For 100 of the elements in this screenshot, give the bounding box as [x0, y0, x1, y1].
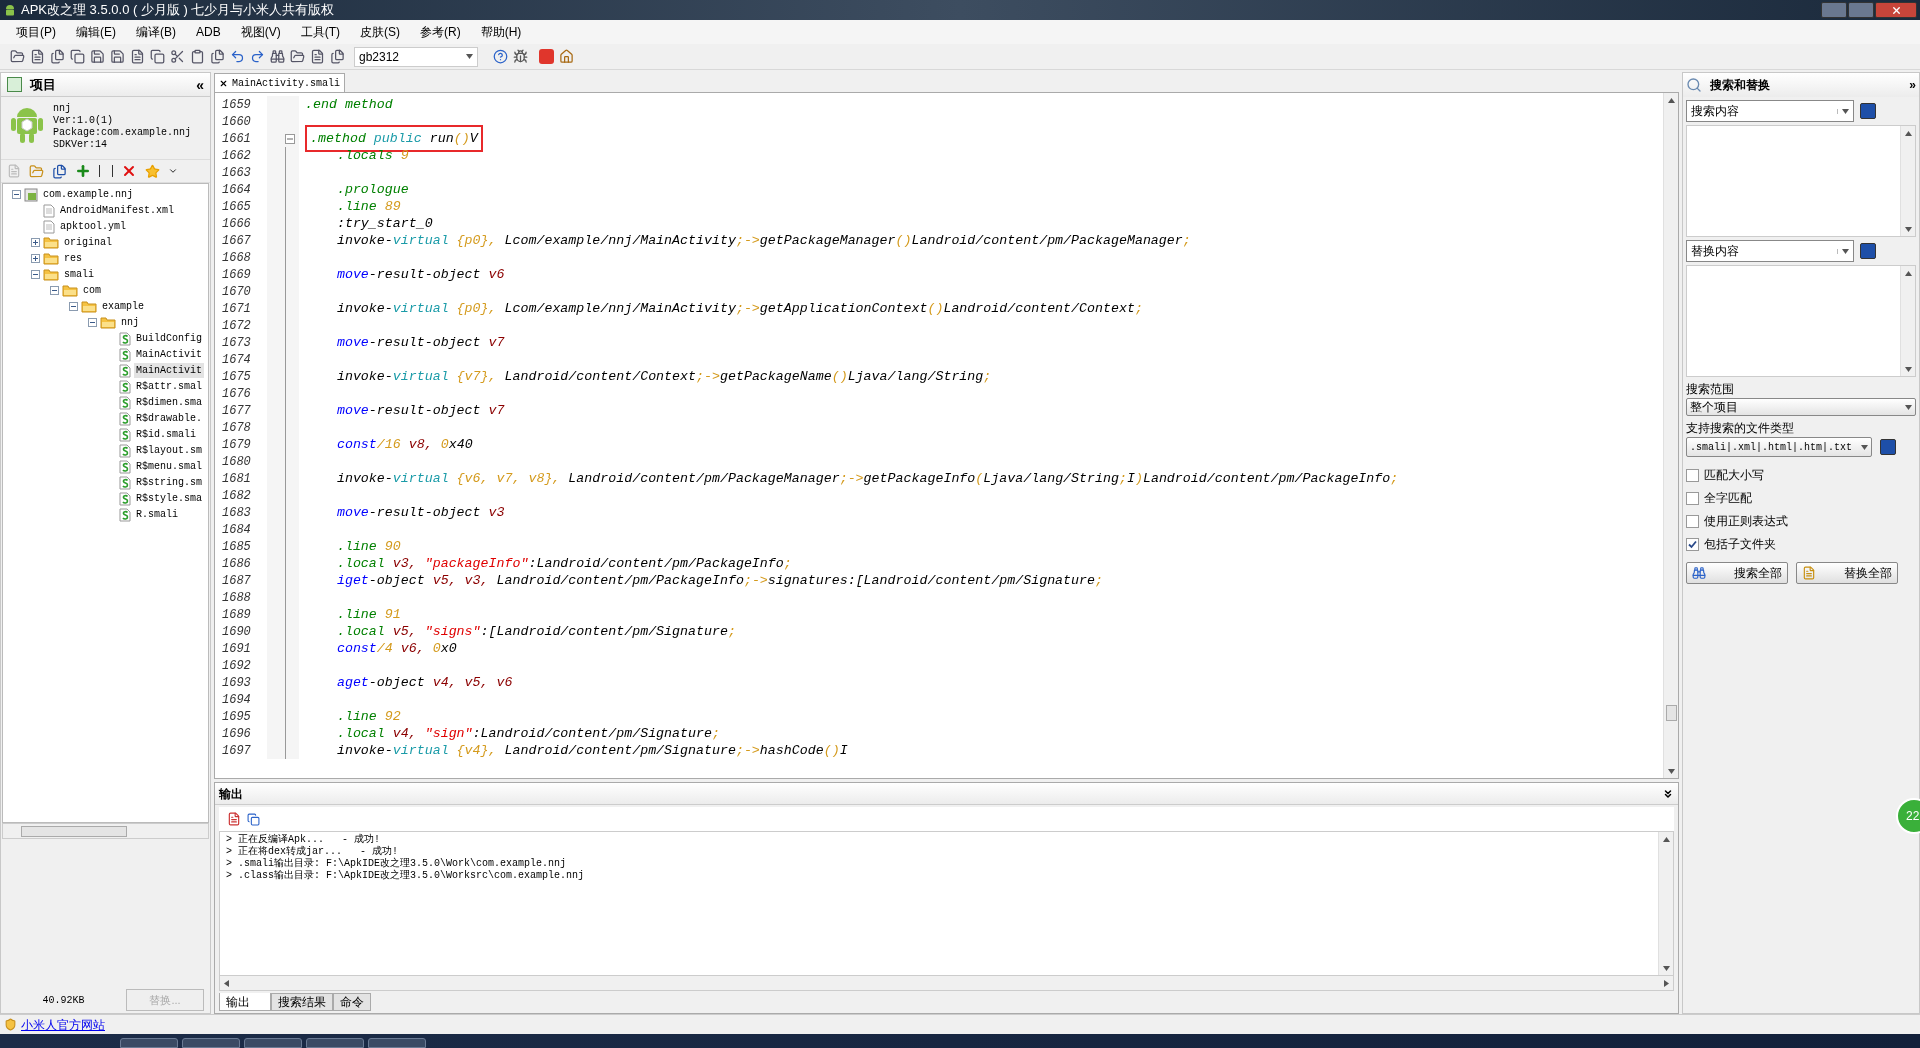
tree-item[interactable]: R$style.sma [134, 491, 204, 506]
scroll-right-icon[interactable] [1664, 979, 1669, 987]
copy-icon[interactable] [150, 49, 165, 64]
output-tab[interactable]: 命令 [333, 993, 371, 1011]
menu-item[interactable]: 帮助(H) [472, 23, 530, 41]
caret-icon[interactable] [466, 54, 473, 59]
minimize-button[interactable] [1821, 2, 1847, 18]
search-combo[interactable]: 搜索内容 [1686, 100, 1854, 122]
tree-item[interactable]: R$string.sm [134, 475, 204, 490]
tree-item[interactable]: R.smali [134, 507, 180, 522]
scroll-thumb[interactable] [1666, 705, 1677, 721]
tree-item[interactable]: R$menu.smal [134, 459, 204, 474]
tree-item[interactable]: smali [62, 267, 96, 282]
menu-item[interactable]: 参考(R) [412, 23, 469, 41]
collapse-toggle[interactable] [68, 302, 78, 311]
clear-output-icon[interactable] [227, 812, 241, 826]
collapse-toggle[interactable] [87, 318, 97, 327]
menu-item[interactable]: 编译(B) [128, 23, 184, 41]
file-types-select[interactable]: .smali|.xml|.html|.htm|.txt [1686, 437, 1872, 457]
encoding-select[interactable]: gb2312 [354, 46, 478, 67]
rename-icon[interactable] [99, 165, 113, 177]
duplicate-icon[interactable] [210, 49, 225, 64]
tree-item[interactable]: R$drawable. [134, 411, 204, 426]
expand-toggle[interactable] [30, 238, 40, 247]
caret-icon[interactable] [1905, 404, 1912, 410]
scroll-down-icon[interactable] [1904, 226, 1912, 232]
scroll-down-icon[interactable] [1662, 965, 1670, 971]
vertical-scrollbar[interactable] [1900, 126, 1915, 236]
menu-item[interactable]: 视图(V) [232, 23, 289, 41]
scroll-up-icon[interactable] [1662, 836, 1670, 842]
redo-icon[interactable] [250, 49, 265, 64]
tree-item[interactable]: R$id.smali [134, 427, 198, 442]
copy-icon[interactable] [70, 49, 85, 64]
vertical-scrollbar[interactable] [1900, 266, 1915, 376]
collapse-toggle[interactable] [11, 190, 21, 199]
tree-item[interactable]: example [100, 299, 146, 314]
replace-combo[interactable]: 替换内容 [1686, 240, 1854, 262]
star-icon[interactable] [145, 163, 160, 179]
horizontal-scrollbar[interactable] [219, 976, 1674, 991]
window-icon[interactable] [330, 49, 345, 64]
editor-tab[interactable]: MainActivity.smali [214, 73, 346, 92]
save-all-icon[interactable] [110, 49, 125, 64]
checkbox[interactable] [1686, 514, 1699, 528]
paste-icon[interactable] [190, 49, 205, 64]
dropdown-icon[interactable] [168, 166, 178, 176]
copy-icon[interactable] [247, 812, 260, 826]
replace-all-button[interactable]: 替换全部 [1796, 562, 1898, 584]
document-icon[interactable] [30, 49, 45, 64]
export-icon[interactable] [130, 49, 145, 64]
menu-item[interactable]: ADB [188, 23, 229, 41]
collapse-button[interactable]: » [1909, 76, 1916, 94]
close-button[interactable] [1875, 2, 1917, 18]
menu-item[interactable]: 编辑(E) [68, 23, 124, 41]
collapse-icon[interactable] [1662, 787, 1674, 800]
vertical-scrollbar[interactable] [1663, 93, 1678, 778]
horizontal-scrollbar[interactable] [2, 823, 209, 839]
menu-item[interactable]: 工具(T) [292, 23, 348, 41]
scroll-up-icon[interactable] [1667, 97, 1675, 103]
add-icon[interactable] [75, 163, 91, 179]
fold-toggle[interactable] [285, 133, 295, 144]
tree-item[interactable]: com [81, 283, 103, 298]
tree-item[interactable]: res [62, 251, 84, 266]
scroll-left-icon[interactable] [224, 979, 229, 987]
collapse-button[interactable]: « [196, 77, 204, 92]
folder-open-icon[interactable] [10, 49, 25, 64]
scope-select[interactable]: 整个项目 [1686, 398, 1916, 416]
folder-icon[interactable] [290, 49, 305, 64]
tree-item[interactable]: original [62, 235, 114, 250]
output-tab[interactable]: 输出 [219, 993, 271, 1011]
delete-icon[interactable] [121, 163, 137, 179]
tree-item[interactable]: R$attr.smal [134, 379, 204, 394]
checkbox[interactable] [1686, 468, 1699, 482]
tree-item[interactable]: R$layout.sm [134, 443, 204, 458]
caret-icon[interactable] [1842, 248, 1849, 254]
tree-item[interactable]: AndroidManifest.xml [58, 203, 177, 218]
maximize-button[interactable] [1848, 2, 1874, 18]
java-file-icon[interactable] [310, 49, 325, 64]
scroll-down-icon[interactable] [1904, 366, 1912, 372]
pages-icon[interactable] [50, 49, 65, 64]
collapse-toggle[interactable] [30, 270, 40, 279]
tree-item[interactable]: nnj [119, 315, 141, 330]
output-tab[interactable]: 搜索结果 [271, 993, 333, 1011]
caret-icon[interactable] [1842, 108, 1849, 114]
cut-icon[interactable] [170, 49, 185, 64]
search-all-button[interactable]: 搜索全部 [1686, 562, 1788, 584]
scroll-down-icon[interactable] [1667, 768, 1675, 774]
binoculars-icon[interactable] [270, 49, 285, 64]
expand-toggle[interactable] [30, 254, 40, 263]
undo-icon[interactable] [230, 49, 245, 64]
checkbox[interactable] [1686, 537, 1699, 551]
close-tab-icon[interactable] [219, 78, 228, 88]
home-icon[interactable] [559, 49, 574, 64]
tree-item[interactable]: MainActivit [134, 363, 204, 378]
help-icon[interactable] [493, 49, 508, 64]
tree-item[interactable]: MainActivit [134, 347, 204, 362]
website-link[interactable]: 小米人官方网站 [21, 1015, 105, 1034]
menu-item[interactable]: 皮肤(S) [352, 23, 408, 41]
scroll-up-icon[interactable] [1904, 270, 1912, 276]
tree-item[interactable]: apktool.yml [58, 219, 128, 234]
tree-item[interactable]: R$dimen.sma [134, 395, 204, 410]
